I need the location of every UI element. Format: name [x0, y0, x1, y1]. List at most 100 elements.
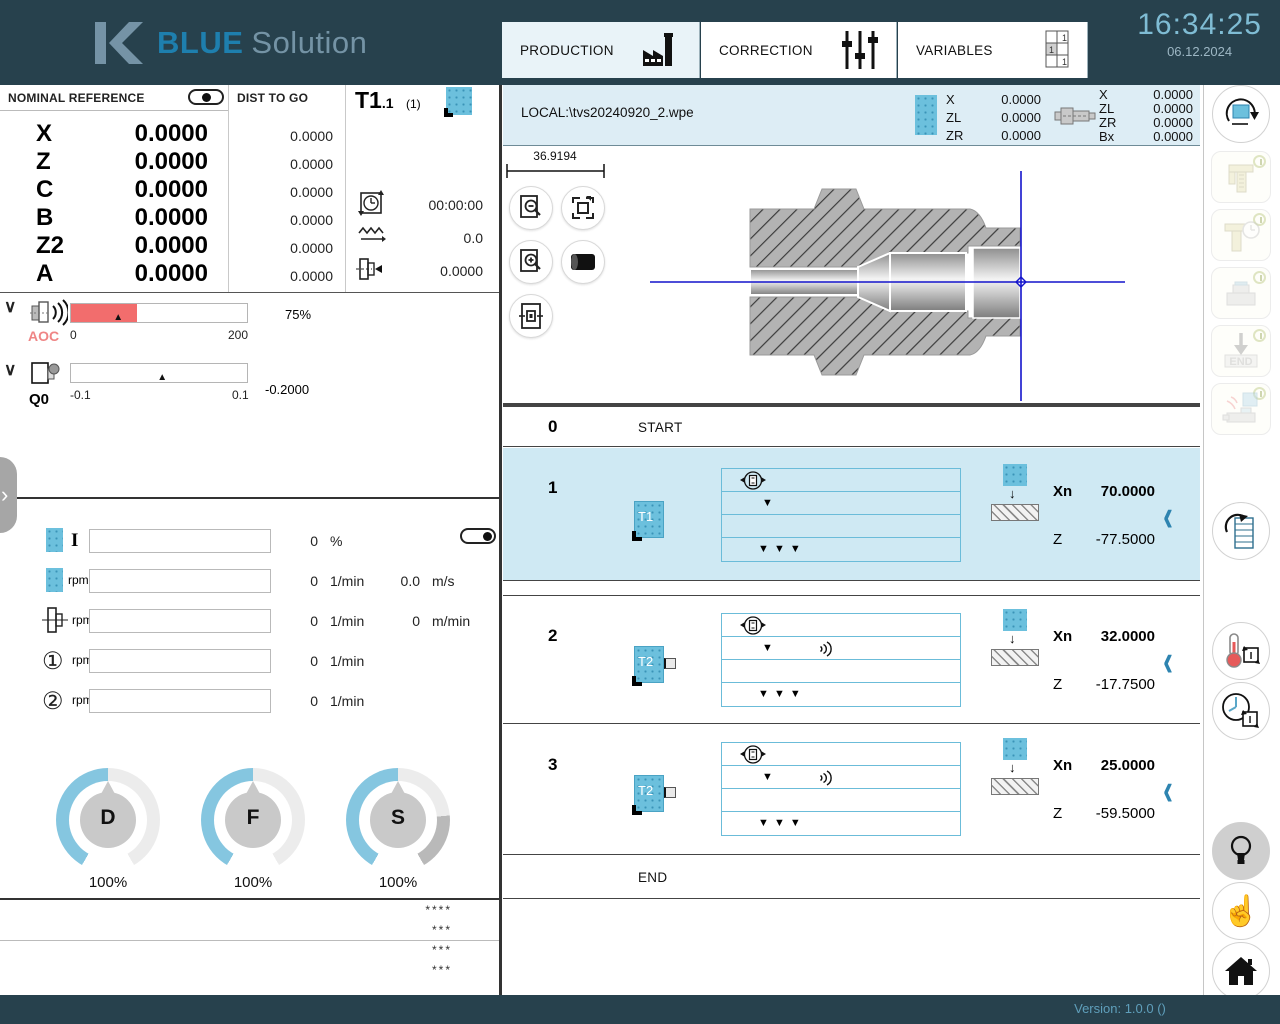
workpiece-block-button[interactable] — [1211, 267, 1271, 319]
aoc-label: AOC — [28, 328, 59, 344]
contact-wave-icon — [820, 640, 838, 658]
home-button[interactable] — [1212, 942, 1270, 1000]
rpm-unit: 1/min — [330, 653, 364, 669]
step-expand-chevron[interactable]: ‹ — [1163, 492, 1173, 543]
nominal-reference-toggle[interactable] — [188, 89, 224, 105]
factory-icon — [639, 30, 683, 70]
measure-caliper-button[interactable] — [1211, 151, 1271, 203]
caliper-icon — [1223, 159, 1259, 195]
goto-step-icon — [1221, 510, 1261, 552]
step-expand-chevron[interactable]: ‹ — [1163, 766, 1173, 817]
rpm-unit: 1/min — [330, 573, 364, 589]
manual-mode-button[interactable]: ☝ — [1212, 882, 1270, 940]
current-input[interactable] — [89, 529, 271, 553]
measure-view-icon — [517, 302, 545, 330]
position-panel: NOMINAL REFERENCE DIST TO GO T1.1 (1) X … — [0, 85, 502, 995]
q0-value: -0.2000 — [265, 382, 309, 397]
feedrate-value: 0 — [390, 613, 420, 629]
version-label: Version: 1.0.0 () — [1045, 1001, 1195, 1016]
step-end-row[interactable]: END — [503, 856, 1200, 899]
fit-view-icon — [569, 194, 597, 222]
zoom-in-button[interactable] — [509, 240, 553, 284]
motor1-rpm-input[interactable] — [89, 649, 271, 673]
flyout-handle[interactable]: › — [0, 457, 17, 533]
tool-chip-icon — [1003, 464, 1027, 486]
tool-rpm-input[interactable] — [89, 609, 271, 633]
workpiece-view-button[interactable] — [561, 240, 605, 284]
gauge-s[interactable]: S 100% — [346, 768, 450, 872]
aoc-collapse-chevron[interactable]: ∨ — [4, 297, 16, 317]
gauge-d[interactable]: D 100% — [56, 768, 160, 872]
op-row-rotation — [722, 469, 960, 492]
cycle-time-icon — [358, 190, 384, 216]
tool-spindle-icon — [1053, 103, 1097, 129]
step-row-2[interactable]: 2 T2 ▼ — [503, 595, 1200, 724]
current-unit: % — [330, 533, 342, 549]
coord-value: 0.0000 — [983, 92, 1041, 107]
tool-holder-icon — [42, 605, 68, 635]
gauge-f[interactable]: F 100% — [201, 768, 305, 872]
tool-contact-button[interactable] — [1211, 383, 1271, 435]
spindle-rpm-input[interactable] — [89, 569, 271, 593]
cycle-time-value: 00:00:00 — [398, 197, 483, 213]
logo-text-blue: BLUE — [157, 25, 243, 60]
rpm-unit: 1/min — [330, 693, 364, 709]
axis-value: 0.0000 — [90, 148, 208, 176]
coord-label: ZR — [946, 128, 963, 143]
step-row-3[interactable]: 3 T2 ▼ — [503, 725, 1200, 855]
program-step-list: 0 START 1 T1 ▼ — [503, 405, 1200, 995]
cycle-restart-button[interactable] — [1212, 85, 1270, 143]
retract-triangles-icon: ▼ ▼ ▼ — [758, 543, 802, 555]
axis-name: Z2 — [36, 232, 64, 260]
flyout-arrow-icon: › — [1, 482, 8, 508]
timed-cycle-button[interactable]: I — [1212, 682, 1270, 740]
motor2-rpm-input[interactable] — [89, 689, 271, 713]
q0-tool-icon — [30, 361, 60, 387]
op-row-rotation — [722, 743, 960, 766]
warmup-button[interactable]: I — [1212, 622, 1270, 680]
tool-t2-icon: T2 — [634, 775, 664, 812]
tab-production[interactable]: PRODUCTION — [502, 22, 700, 78]
goto-end-button[interactable]: END — [1211, 325, 1271, 377]
app-window: BLUESolution PRODUCTION CORRECTION — [0, 0, 1280, 1024]
measure-view-button[interactable] — [509, 294, 553, 338]
zoom-out-button[interactable] — [509, 186, 553, 230]
tab-variables[interactable]: VARIABLES 1 1 1 — [898, 22, 1088, 78]
tab-production-label: PRODUCTION — [520, 43, 614, 58]
aoc-slider[interactable]: ▲ — [70, 303, 248, 323]
light-button[interactable] — [1212, 822, 1270, 880]
q0-collapse-chevron[interactable]: ∨ — [4, 360, 16, 380]
tab-correction[interactable]: CORRECTION — [701, 22, 897, 78]
coord-value: 0.0000 — [983, 128, 1041, 143]
fit-view-button[interactable] — [561, 186, 605, 230]
zoom-in-icon — [517, 248, 545, 276]
step-row-1[interactable]: 1 T1 ▼ ▼ ▼ ▼ — [503, 448, 1200, 581]
aoc-marker: ▲ — [113, 312, 123, 323]
q0-slider[interactable]: ▲ — [70, 363, 248, 383]
axis-name: X — [36, 120, 52, 148]
op-row-retract: ▼ ▼ ▼ — [722, 683, 960, 706]
xn-label: Xn — [1053, 483, 1072, 500]
active-tool: T1.1 (1) — [355, 87, 421, 114]
tool-chip-icon — [1003, 738, 1027, 760]
spindle-rotation-icon — [740, 471, 766, 490]
step-start-num: 0 — [548, 417, 557, 437]
workpiece-drawing: 36.9194 — [503, 146, 1200, 403]
tool-offset-value: 0.0000 — [398, 263, 483, 279]
status-row: *** — [300, 963, 452, 977]
coord-label: ZL — [1099, 101, 1114, 116]
axis-name: C — [36, 176, 53, 204]
measure-timed-button[interactable] — [1211, 209, 1271, 261]
axis-value: 0.0000 — [90, 232, 208, 260]
rpm-value: 0 — [288, 573, 318, 589]
rpm-unit: 1/min — [330, 613, 364, 629]
operation-box: ▼ ▼ ▼ ▼ — [721, 742, 961, 836]
spindle-toggle[interactable] — [460, 528, 496, 544]
rpm-value: 0 — [288, 653, 318, 669]
goto-step-button[interactable] — [1212, 502, 1270, 560]
workpiece-surface-icon — [991, 504, 1039, 521]
step-start-row[interactable]: 0 START — [503, 407, 1200, 447]
q0-marker: ▲ — [157, 372, 167, 383]
spindle-rotation-icon — [740, 745, 766, 764]
step-expand-chevron[interactable]: ‹ — [1163, 637, 1173, 688]
